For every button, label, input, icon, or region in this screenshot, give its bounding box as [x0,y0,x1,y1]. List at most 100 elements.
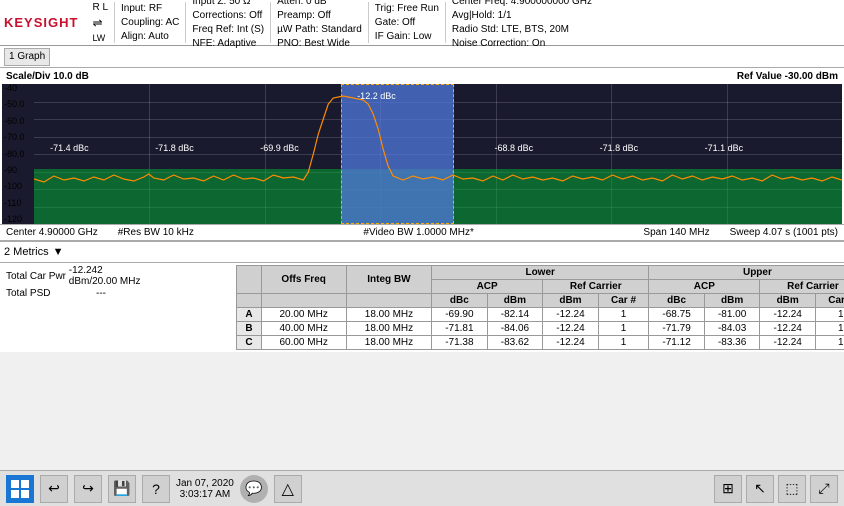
bottom-right-icons: ⊞ ↖ ⬚ ⤢ [714,475,838,503]
windows-logo-button[interactable] [6,475,34,503]
th-lower: Lower [432,266,649,280]
ref-value-label: Ref Value -30.00 dBm [737,71,838,82]
table-cell-2-2: 18.00 MHz [346,336,431,350]
cursor-button[interactable]: ↖ [746,475,774,503]
h1l1: Input: RF [121,2,179,16]
h1l3: Align: Auto [121,30,179,44]
th-sub-l-ref-dbm: dBm [543,294,599,308]
table-cell-0-1: 20.00 MHz [261,308,346,322]
y-label-3: -70.0 [4,133,32,142]
aclr-table: Offs Freq Integ BW Lower Upper Filter AC… [236,265,844,350]
chat-button[interactable]: 💬 [240,475,268,503]
table-cell-0-10: 1 [815,308,844,322]
table-cell-0-3: -69.90 [432,308,488,322]
span-label: Span 140 MHz [643,227,709,238]
h4l2: Gate: Off [375,16,439,30]
metric-row-0: Total Car Pwr -12.242 dBm/20.00 MHz [6,265,144,287]
h5l1: Center Freq: 4.900000000 GHz [452,0,592,9]
save-button[interactable]: 💾 [108,475,136,503]
table-cell-1-1: 40.00 MHz [261,322,346,336]
metric-label-0: Total Car Pwr [6,271,69,282]
center-freq-label: Center 4.90000 GHz [6,227,98,238]
table-row-0: A20.00 MHz18.00 MHz-69.90-82.14-12.241-6… [237,308,844,322]
table-cell-0-7: -68.75 [649,308,705,322]
table-cell-0-4: -82.14 [487,308,543,322]
header-col4: Trig: Free Run Gate: Off IF Gain: Low [368,2,445,43]
header-col5: Center Freq: 4.900000000 GHz Avg|Hold: 1… [445,2,598,43]
res-bw-label: #Res BW 10 kHz [118,227,194,238]
metrics-area: 2 Metrics ▼ Total Car Pwr -12.242 dBm/20… [0,241,844,352]
metrics-toolbar: 2 Metrics ▼ [0,241,844,263]
spectrum-container: -40 -50.0 -60.0 -70.0 -80.0 -90 -100 -11… [2,84,842,224]
th-upper: Upper [649,266,844,280]
graph-area: 1 Graph Scale/Div 10.0 dB Ref Value -30.… [0,46,844,241]
th-sub-l-dbm: dBm [487,294,543,308]
sweep-label: Sweep 4.07 s (1001 pts) [730,227,838,238]
graph-footer: Center 4.90000 GHz #Res BW 10 kHz #Video… [0,224,844,240]
keysight-logo: KEYSIGHT [4,2,78,43]
table-cell-1-10: 1 [815,322,844,336]
windows-icon [11,480,29,498]
th-sub-integ [346,294,431,308]
th-sub-u-dbc: dBc [649,294,705,308]
table-cell-1-0: B [237,322,261,336]
header-col1: Input: RF Coupling: AC Align: Auto [114,2,185,43]
y-label-5: -90 [4,166,32,175]
th-lower-acp: ACP [432,280,543,294]
help-button[interactable]: ? [142,475,170,503]
table-cell-1-2: 18.00 MHz [346,322,431,336]
table-cell-1-3: -71.81 [432,322,488,336]
table-cell-1-9: -12.24 [760,322,816,336]
th-lower-ref: Ref Carrier [543,280,649,294]
spectrum-trace [34,84,842,224]
metric-label-1: Total PSD [6,288,96,299]
metrics-content: Total Car Pwr -12.242 dBm/20.00 MHz Tota… [0,263,844,352]
h1l2: Coupling: AC [121,16,179,30]
table-cell-1-8: -84.03 [704,322,760,336]
graph-labels-row: Scale/Div 10.0 dB Ref Value -30.00 dBm [0,68,844,84]
header-bar: KEYSIGHT R L ⇌ LW Input: RF Coupling: AC… [0,0,844,46]
scale-div-label: Scale/Div 10.0 dB [6,71,89,82]
table-row-1: B40.00 MHz18.00 MHz-71.81-84.06-12.241-7… [237,322,844,336]
undo-button[interactable]: ↩ [40,475,68,503]
h4l1: Trig: Free Run [375,2,439,16]
warning-button[interactable]: △ [274,475,302,503]
spectrum-plot: -71.4 dBc -71.8 dBc -69.9 dBc -12.2 dBc … [34,84,842,224]
metric-row-1: Total PSD --- [6,288,144,299]
table-body: A20.00 MHz18.00 MHz-69.90-82.14-12.241-6… [237,308,844,350]
bottom-bar: ↩ ↪ 💾 ? Jan 07, 20203:03:17 AM 💬 △ ⊞ ↖ ⬚… [0,470,844,506]
table-cell-1-4: -84.06 [487,322,543,336]
h2l1: Input Z: 50 Ω [192,0,264,9]
expand-button[interactable]: ⤢ [810,475,838,503]
th-sub-offs [261,294,346,308]
header-arrow: ⇌ [92,15,108,32]
h2l4: NFE: Adaptive [192,37,264,51]
h3l2: Preamp: Off [277,9,362,23]
table-cell-0-8: -81.00 [704,308,760,322]
h3l4: PNO: Best Wide [277,37,362,51]
grid-button[interactable]: ⊞ [714,475,742,503]
y-label-1: -50.0 [4,100,32,109]
aclr-table-area: Offs Freq Integ BW Lower Upper Filter AC… [230,263,844,352]
th-offs-freq: Offs Freq [261,266,346,294]
table-cell-2-7: -71.12 [649,336,705,350]
table-cell-2-4: -83.62 [487,336,543,350]
metrics-dropdown-label: 2 Metrics [4,246,49,258]
h2l3: Freq Ref: Int (S) [192,23,264,37]
table-cell-0-9: -12.24 [760,308,816,322]
h2l2: Corrections: Off [192,9,264,23]
metrics-dropdown[interactable]: 2 Metrics ▼ [4,246,64,258]
video-bw-label: #Video BW 1.0000 MHz* [363,227,473,238]
th-sub-u-car: Car # [815,294,844,308]
table-cell-0-5: -12.24 [543,308,599,322]
zoom-button[interactable]: ⬚ [778,475,806,503]
redo-button[interactable]: ↪ [74,475,102,503]
date-label: Jan 07, 20203:03:17 AM [176,478,234,500]
y-label-6: -100 [4,182,32,191]
h5l3: Radio Std: LTE, BTS, 20M [452,23,592,37]
graph-dropdown[interactable]: 1 Graph [4,48,50,66]
y-label-8: -120 [4,215,32,224]
metric-value-1: --- [96,288,106,299]
th-empty1 [237,266,261,294]
th-sub-l-car: Car # [598,294,649,308]
